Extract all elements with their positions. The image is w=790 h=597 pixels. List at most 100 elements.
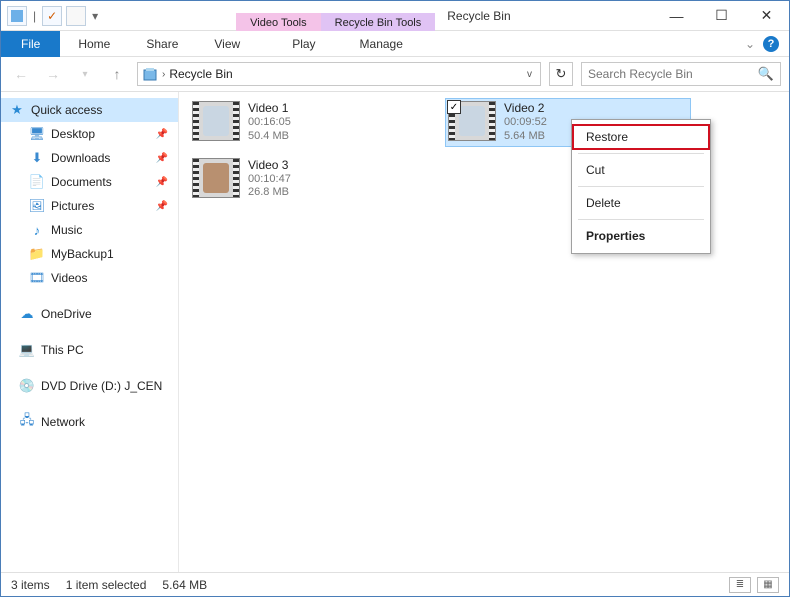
sidebar-label: DVD Drive (D:) J_CEN	[41, 379, 162, 393]
video-thumbnail: ✓	[448, 101, 496, 141]
video-thumbnail	[192, 158, 240, 198]
qat-icon-recycle[interactable]	[7, 6, 27, 26]
sidebar-label: OneDrive	[41, 307, 92, 321]
navigation-pane: ★ Quick access 🖥 Desktop 📌 ⬇ Downloads 📌…	[1, 92, 179, 572]
back-button[interactable]: ←	[9, 62, 33, 86]
star-icon: ★	[9, 102, 25, 118]
music-icon: ♪	[29, 222, 45, 238]
address-dropdown-icon[interactable]: v	[523, 69, 536, 80]
dvd-icon: 💿	[19, 378, 35, 394]
sidebar-label: Downloads	[51, 151, 110, 165]
ribbon-tab-file[interactable]: File	[1, 31, 60, 57]
quick-access-toolbar: | ✓ ▾	[1, 6, 106, 26]
sidebar-label: Desktop	[51, 127, 95, 141]
minimize-button[interactable]: —	[654, 2, 699, 30]
file-size: 26.8 MB	[248, 186, 291, 200]
up-button[interactable]: ↑	[105, 62, 129, 86]
context-tab-video-tools[interactable]: Video Tools	[236, 13, 320, 31]
menu-item-restore[interactable]: Restore	[572, 124, 710, 150]
close-button[interactable]: ✕	[744, 2, 789, 30]
menu-item-properties[interactable]: Properties	[572, 223, 710, 249]
sidebar-item-desktop[interactable]: 🖥 Desktop 📌	[1, 122, 178, 146]
folder-icon: 📁	[29, 246, 45, 262]
view-switcher: ≣ ▦	[729, 577, 779, 593]
sidebar-item-thispc[interactable]: 💻 This PC	[1, 338, 178, 362]
ribbon: File Home Share View Play Manage ⌄ ?	[1, 31, 789, 57]
file-item-video1[interactable]: Video 1 00:16:05 50.4 MB	[189, 98, 435, 147]
file-meta: Video 1 00:16:05 50.4 MB	[248, 101, 291, 144]
ribbon-tab-share[interactable]: Share	[128, 31, 196, 57]
context-menu: Restore Cut Delete Properties	[571, 119, 711, 254]
qat-icon-check[interactable]: ✓	[42, 6, 62, 26]
status-bar: 3 items 1 item selected 5.64 MB ≣ ▦	[1, 572, 789, 596]
address-bar[interactable]: › Recycle Bin v	[137, 62, 541, 86]
menu-separator	[578, 219, 704, 220]
sidebar-label: MyBackup1	[51, 247, 114, 261]
sidebar-label: Music	[51, 223, 82, 237]
maximize-button[interactable]: ☐	[699, 2, 744, 30]
file-name: Video 1	[248, 101, 291, 116]
qat-icon-blank[interactable]	[66, 6, 86, 26]
file-row: Video 1 00:16:05 50.4 MB ✓ Video 2 00:09…	[189, 98, 779, 147]
sidebar-item-music[interactable]: ♪ Music	[1, 218, 178, 242]
menu-item-cut[interactable]: Cut	[572, 157, 710, 183]
window-title: Recycle Bin	[447, 9, 510, 23]
menu-item-delete[interactable]: Delete	[572, 190, 710, 216]
help-icon[interactable]: ?	[763, 36, 779, 52]
search-input[interactable]	[588, 67, 748, 81]
sidebar-item-network[interactable]: 🖧 Network	[1, 410, 178, 434]
status-item-count: 3 items	[11, 578, 50, 592]
downloads-icon: ⬇	[29, 150, 45, 166]
file-meta: Video 3 00:10:47 26.8 MB	[248, 158, 291, 201]
sidebar-item-dvd[interactable]: 💿 DVD Drive (D:) J_CEN	[1, 374, 178, 398]
file-duration: 00:09:52	[504, 116, 547, 130]
sidebar-item-videos[interactable]: 🎞 Videos	[1, 266, 178, 290]
sidebar-item-downloads[interactable]: ⬇ Downloads 📌	[1, 146, 178, 170]
body: ★ Quick access 🖥 Desktop 📌 ⬇ Downloads 📌…	[1, 91, 789, 572]
context-tab-recycle-tools[interactable]: Recycle Bin Tools	[321, 13, 436, 31]
sidebar-item-documents[interactable]: 📄 Documents 📌	[1, 170, 178, 194]
file-size: 5.64 MB	[504, 130, 547, 144]
file-size: 50.4 MB	[248, 130, 291, 144]
forward-button[interactable]: →	[41, 62, 65, 86]
file-meta: Video 2 00:09:52 5.64 MB	[504, 101, 547, 144]
file-item-video3[interactable]: Video 3 00:10:47 26.8 MB	[189, 155, 435, 204]
menu-separator	[578, 186, 704, 187]
view-details-button[interactable]: ≣	[729, 577, 751, 593]
address-segment[interactable]: Recycle Bin	[169, 67, 232, 81]
window-controls: — ☐ ✕	[654, 2, 789, 30]
file-name: Video 3	[248, 158, 291, 173]
address-chevron-icon[interactable]: ›	[162, 69, 165, 80]
sidebar-label: Documents	[51, 175, 112, 189]
expand-ribbon-icon[interactable]: ⌄	[745, 37, 755, 51]
sidebar-label: This PC	[41, 343, 84, 357]
refresh-button[interactable]: ↻	[549, 62, 573, 86]
thispc-icon: 💻	[19, 342, 35, 358]
ribbon-tab-home[interactable]: Home	[60, 31, 128, 57]
documents-icon: 📄	[29, 174, 45, 190]
explorer-window: | ✓ ▾ Video Tools Recycle Bin Tools Recy…	[0, 0, 790, 597]
network-icon: 🖧	[19, 414, 35, 430]
sidebar-item-onedrive[interactable]: ☁ OneDrive	[1, 302, 178, 326]
sidebar-label: Pictures	[51, 199, 94, 213]
qat-dropdown[interactable]: ▾	[92, 9, 98, 23]
sidebar-item-pictures[interactable]: 🖼 Pictures 📌	[1, 194, 178, 218]
ribbon-subtab-play[interactable]: Play	[270, 31, 337, 57]
file-item-video2[interactable]: ✓ Video 2 00:09:52 5.64 MB Restore Cut	[445, 98, 691, 147]
video-thumbnail	[192, 101, 240, 141]
pictures-icon: 🖼	[29, 198, 45, 214]
recycle-bin-icon	[142, 66, 158, 82]
sidebar-item-quick-access[interactable]: ★ Quick access	[1, 98, 178, 122]
item-checkbox[interactable]: ✓	[447, 100, 461, 114]
pin-icon: 📌	[156, 129, 168, 140]
view-icons-button[interactable]: ▦	[757, 577, 779, 593]
search-icon[interactable]: 🔍	[758, 66, 774, 82]
content-pane[interactable]: Video 1 00:16:05 50.4 MB ✓ Video 2 00:09…	[179, 92, 789, 572]
pin-icon: 📌	[156, 177, 168, 188]
search-box[interactable]: 🔍	[581, 62, 781, 86]
recent-dropdown[interactable]: ▾	[73, 62, 97, 86]
ribbon-tab-view[interactable]: View	[196, 31, 258, 57]
sidebar-item-mybackup[interactable]: 📁 MyBackup1	[1, 242, 178, 266]
context-tab-group: Video Tools Recycle Bin Tools	[236, 1, 435, 31]
ribbon-subtab-manage[interactable]: Manage	[338, 31, 425, 57]
